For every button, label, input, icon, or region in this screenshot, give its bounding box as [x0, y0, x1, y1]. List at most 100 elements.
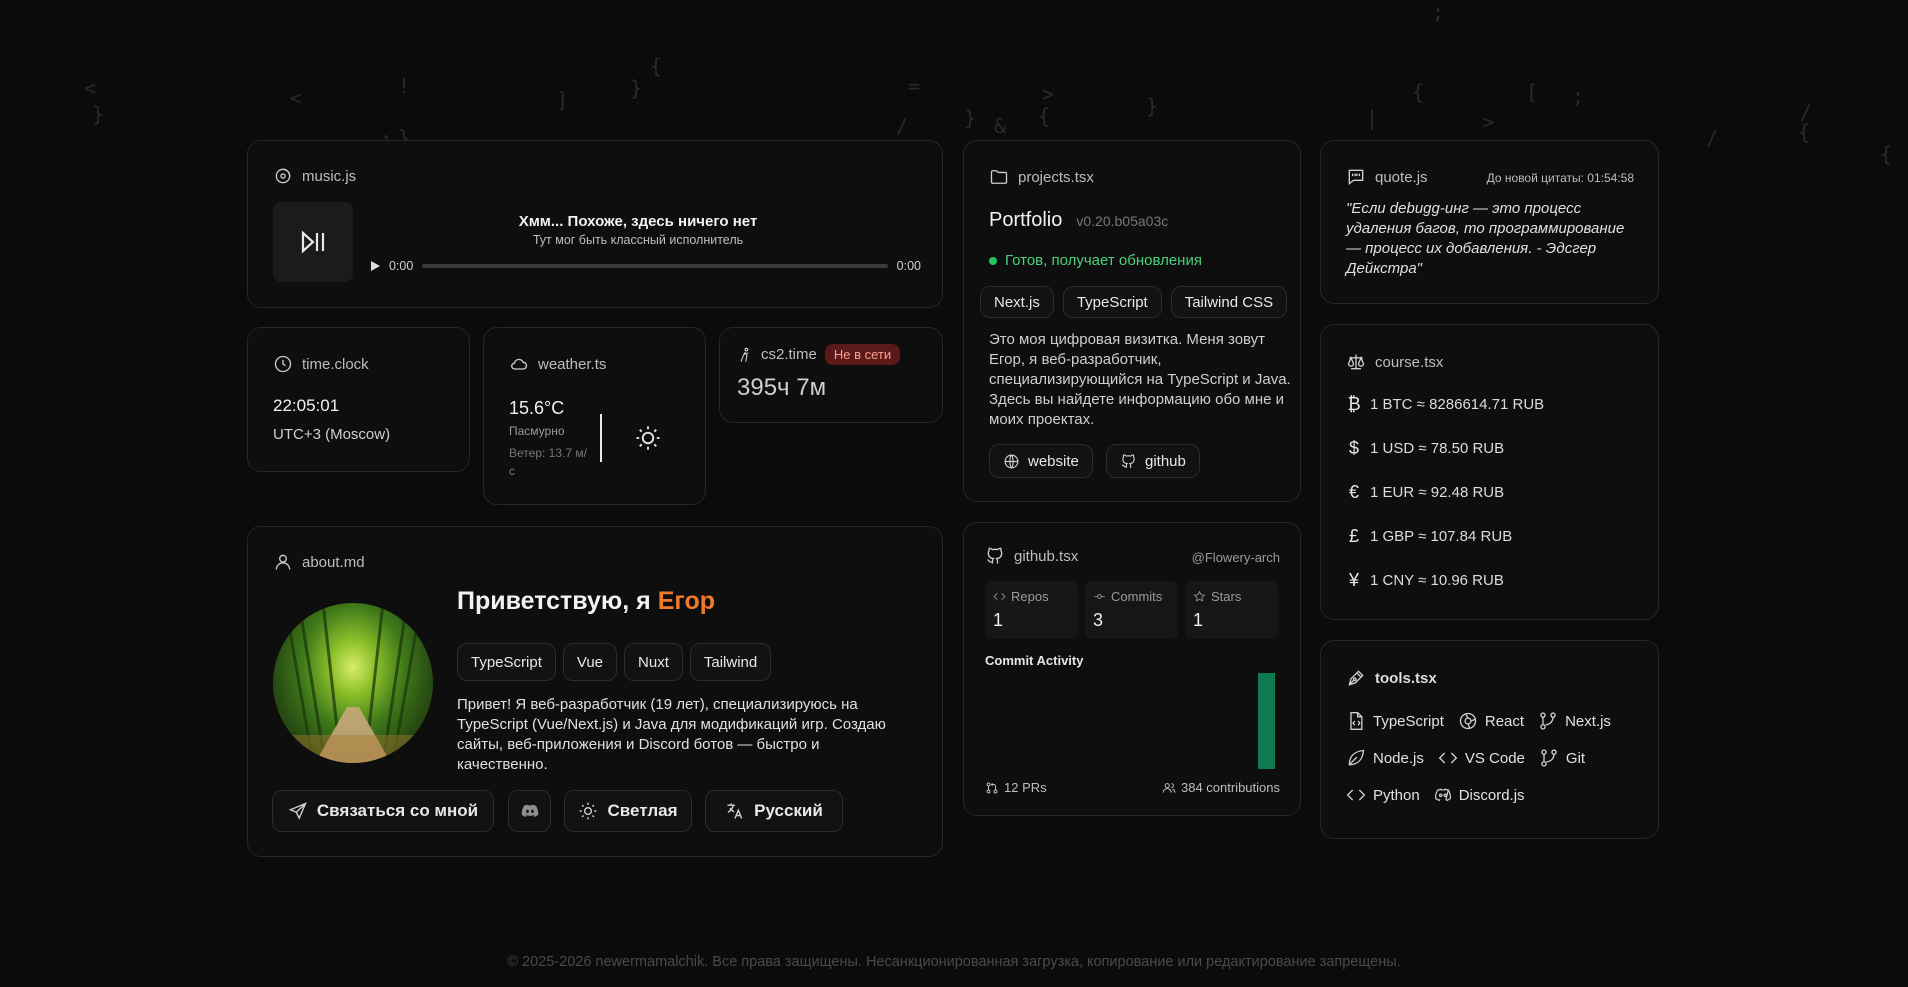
star-icon: [1193, 590, 1206, 602]
tool-item: Git: [1539, 748, 1585, 768]
weather-card: weather.ts 15.6°C Пасмурно Ветер: 13.7 м…: [483, 327, 706, 505]
seek-bar[interactable]: [422, 264, 888, 268]
activity-bar: [1258, 673, 1275, 769]
language-button[interactable]: Русский: [705, 790, 843, 832]
stat-label: Repos: [1011, 589, 1049, 604]
soldier-icon: [740, 347, 749, 362]
card-title: cs2.time: [761, 346, 817, 363]
greeting-heading: Приветствую, я Егор: [457, 587, 715, 616]
folder-icon: [990, 170, 1008, 184]
project-tags: Next.js TypeScript Tailwind CSS: [980, 286, 1288, 318]
rate-row: $1 USD ≈ 78.50 RUB: [1346, 437, 1544, 459]
github-link[interactable]: github: [1106, 444, 1200, 478]
skill-tag: Nuxt: [624, 643, 683, 681]
tool-item: VS Code: [1438, 748, 1525, 768]
bg-glyph: {: [1412, 80, 1425, 104]
rates-list: ₿ 1 BTC ≈ 8286614.71 RUB $1 USD ≈ 78.50 R…: [1346, 393, 1544, 591]
discord-button[interactable]: [508, 790, 551, 832]
tech-tag: Next.js: [980, 286, 1054, 318]
tool-item: Discord.js: [1434, 785, 1525, 805]
tools-card-header: tools.tsx: [1346, 668, 1437, 688]
song-artist: Тут мог быть классный исполнитель: [532, 233, 744, 247]
tech-tag: TypeScript: [1062, 286, 1162, 318]
user-icon: [275, 554, 291, 570]
bg-glyph: &: [994, 114, 1007, 138]
send-icon: [288, 802, 307, 820]
bg-glyph: [: [1526, 80, 1539, 104]
github-stats: Repos 1 Commits 3 Stars 1: [985, 581, 1278, 639]
prs-count: 12 PRs: [985, 780, 1047, 795]
discord-icon: [521, 804, 538, 817]
tool-label: TypeScript: [1373, 712, 1444, 730]
pull-request-icon: [986, 782, 998, 793]
rate-text: 1 GBP ≈ 107.84 RUB: [1370, 527, 1513, 545]
status-text: Готов, получает обновления: [1005, 252, 1202, 269]
globe-icon: [1004, 454, 1019, 469]
clock-time: 22:05:01: [273, 396, 340, 415]
code-icon: [993, 592, 1006, 601]
activity-chart: [985, 673, 1281, 773]
greeting-name: Егор: [657, 587, 716, 615]
bg-glyph: }: [964, 106, 977, 130]
rate-row: £1 GBP ≈ 107.84 RUB: [1346, 525, 1544, 547]
tool-label: React: [1484, 712, 1525, 730]
bg-glyph: <: [84, 76, 97, 100]
tool-label: VS Code: [1464, 749, 1525, 767]
project-name: Portfolio: [989, 209, 1063, 231]
current-time: 0:00: [389, 259, 414, 273]
music-card: music.js Хмм... Похоже, здесь ничего нет…: [247, 140, 943, 308]
greeting-text: Приветствую, я: [457, 587, 651, 615]
bg-glyph: !: [398, 74, 411, 98]
git-branch-icon: [1541, 749, 1557, 767]
code-icon: [1438, 752, 1458, 764]
commit-icon: [1094, 594, 1105, 599]
rate-text: 1 EUR ≈ 92.48 RUB: [1370, 483, 1505, 501]
bg-glyph: ;: [1432, 0, 1445, 24]
about-card-header: about.md: [273, 552, 365, 572]
rate-text: 1 CNY ≈ 10.96 RUB: [1370, 571, 1504, 589]
contact-button[interactable]: Связаться со мной: [272, 790, 494, 832]
card-title: tools.tsx: [1375, 669, 1437, 687]
bg-glyph: {: [1798, 120, 1811, 144]
audio-player: 0:00 0:00: [371, 255, 921, 277]
card-title: github.tsx: [1014, 547, 1079, 565]
bg-glyph: }: [630, 76, 643, 100]
tool-label: Node.js: [1373, 749, 1424, 767]
sun-icon: [580, 802, 597, 820]
projects-card-header: projects.tsx: [989, 167, 1094, 187]
euro-icon: €: [1348, 481, 1359, 502]
users-icon: [1162, 782, 1176, 793]
tool-label: Next.js: [1565, 712, 1611, 730]
weather-wind: Ветер: 13.7 м/с: [509, 446, 587, 478]
card-title: weather.ts: [538, 355, 607, 373]
website-link[interactable]: website: [989, 444, 1093, 478]
total-time: 0:00: [896, 259, 921, 273]
prs-text: 12 PRs: [1004, 780, 1047, 795]
cs2-card-header: cs2.time Не в сети: [737, 344, 901, 365]
contact-label: Связаться со мной: [316, 801, 479, 820]
status-dot: [989, 256, 997, 265]
tools-grid: TypeScript React Next.js Node.js VS Code…: [1346, 711, 1646, 805]
tool-item: Next.js: [1538, 711, 1611, 731]
commits-count: 3: [1093, 610, 1104, 630]
weather-card-header: weather.ts: [509, 354, 606, 374]
bg-glyph: /: [896, 114, 909, 138]
skill-tag: TypeScript: [457, 643, 556, 681]
bg-glyph: ;: [1572, 84, 1585, 108]
stars-count: 1: [1193, 610, 1204, 630]
bg-glyph: ]: [556, 88, 569, 112]
weather-divider: [600, 414, 602, 462]
project-status: Готов, получает обновления: [989, 252, 1202, 269]
clock-card: time.clock 22:05:01 UTC+3 (Moscow): [247, 327, 470, 472]
rate-row: ¥1 CNY ≈ 10.96 RUB: [1346, 569, 1544, 591]
avatar: [273, 603, 433, 763]
github-username: @Flowery-arch: [1191, 550, 1280, 565]
footer-copyright: © 2025-2026 newermamalchik. Все права за…: [507, 954, 1401, 970]
card-title: time.clock: [302, 355, 369, 373]
clock-icon: [274, 355, 292, 373]
play-button[interactable]: [371, 261, 380, 271]
stat-label: Stars: [1211, 589, 1242, 604]
theme-toggle-button[interactable]: Светлая: [564, 790, 692, 832]
stat-label: Commits: [1111, 589, 1163, 604]
album-art[interactable]: [273, 202, 353, 282]
